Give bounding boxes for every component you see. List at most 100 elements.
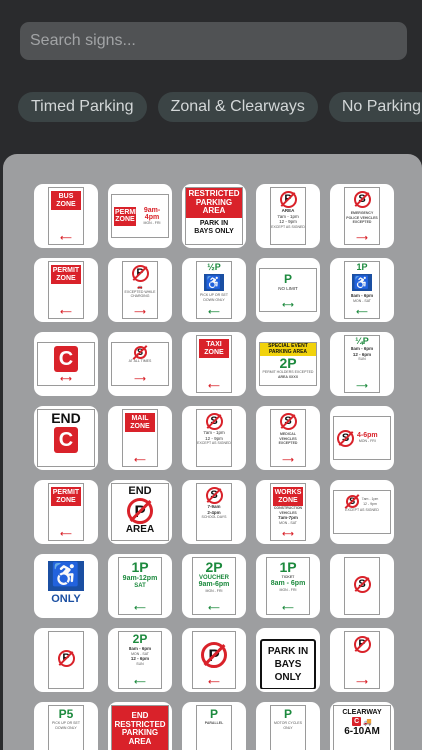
chip-no-parking[interactable]: No Parking (328, 92, 422, 122)
no-parking-icon: P (131, 265, 149, 282)
no-stopping-school-sign: S 7-9am 2-4pm SCHOOL DAYS (196, 483, 232, 541)
sign-tile[interactable]: PERMIT ZONE ⟵ (34, 258, 98, 322)
sign-tile[interactable]: P MOTOR CYCLES ONLY (256, 702, 320, 750)
sign-tile[interactable]: P PARALLEL (182, 702, 246, 750)
sign-tile[interactable]: TAXI ZONE ⟵ (182, 332, 246, 396)
arrow-left-icon: ⟵ (208, 307, 220, 316)
sign-tile[interactable]: SPECIAL EVENT PARKING AREA 2P PERMIT HOL… (256, 332, 320, 396)
sign-tile (404, 258, 422, 322)
sign-tile[interactable]: 2P 8am - 6pm MON - SAT 12 - 6pm SUN ⟵ (108, 628, 172, 692)
sign-tile[interactable]: P ⟶ (330, 628, 394, 692)
sign-tile[interactable]: S AT ALL TIMES ⟶ (108, 332, 172, 396)
sign-tile[interactable]: END RESTRICTED PARKING AREA (108, 702, 172, 750)
no-parking-icon: P (201, 642, 227, 668)
tow-truck-icon: 🚚 (363, 718, 372, 726)
no-stopping-icon: S (337, 429, 354, 447)
sign-tile[interactable]: END P AREA (108, 480, 172, 544)
sign-tile[interactable]: S 7am - 1pm 12 - 9pm EXCEPT AS SIGNED (182, 406, 246, 470)
sign-tile (404, 628, 422, 692)
sign-tile[interactable]: MAIL ZONE ⟵ (108, 406, 172, 470)
sign-tile[interactable]: P AREA 7am - 1pm 12 - 9pm EXCEPT AS SIGN… (256, 184, 320, 248)
arrow-both-icon: ⟷ (282, 300, 294, 309)
clearway-c-icon: C (352, 717, 362, 726)
sign-tile[interactable]: ♿ ONLY (34, 554, 98, 618)
no-stopping-icon: S (345, 495, 359, 508)
arrow-right-icon: ⟶ (134, 307, 146, 316)
sign-tile[interactable]: P (34, 628, 98, 692)
arrow-left-icon: ⟵ (282, 603, 294, 612)
sign-tile[interactable]: C ⟷ (34, 332, 98, 396)
no-parking-ev-sign: P 🚗 EXCEPTED WHILE CHARGING ⟶ (122, 261, 158, 319)
motorcycle-parking-sign: P MOTOR CYCLES ONLY (270, 705, 306, 750)
chip-zonal-clearways[interactable]: Zonal & Clearways (157, 92, 318, 122)
wheelchair-icon: ♿ (48, 561, 84, 591)
sign-tile[interactable]: S MEDICAL VEHICLES EXCEPTED ⟶ (256, 406, 320, 470)
sign-tile[interactable]: PERMIT ZONE ⟵ (34, 480, 98, 544)
sign-tile[interactable]: S 7-9am 2-4pm SCHOOL DAYS (182, 480, 246, 544)
search-input[interactable]: Search signs... (20, 22, 407, 60)
sign-tile[interactable]: ½P ♿ PICK UP OR SET DOWN ONLY ⟵ (182, 258, 246, 322)
sign-tile[interactable]: CLEARWAY C 🚚 6-10AM (330, 702, 394, 750)
arrow-left-icon: ⟵ (208, 381, 220, 390)
arrow-left-icon: ⟵ (60, 233, 72, 242)
wheelchair-icon: ♿ (352, 274, 372, 291)
arrow-left-icon: ⟵ (208, 677, 220, 686)
sign-tile[interactable]: 2P VOUCHER 9am-6pm MON - FRI ⟵ (182, 554, 246, 618)
sign-tile (404, 702, 422, 750)
sign-tile[interactable]: P ⟵ (182, 628, 246, 692)
sign-tile[interactable]: P NO LIMIT ⟷ (256, 258, 320, 322)
sign-tile[interactable]: WORKS ZONE CONSTRUCTION VEHICLES 7am-7pm… (256, 480, 320, 544)
signs-panel: BUS ZONE ⟵ PERMIT ZONE 9am-4pm MON - FRI … (3, 154, 422, 750)
arrow-left-icon: ⟵ (208, 603, 220, 612)
sign-tile[interactable]: S 7am - 1pm 12 - 9pm EXCEPT AS SIGNED (330, 480, 394, 544)
sign-tile[interactable]: 1P 9am-12pm SAT ⟵ (108, 554, 172, 618)
no-stopping-icon: S (205, 487, 223, 504)
no-parking-icon: P (57, 650, 75, 667)
parking-no-limit-sign: P NO LIMIT ⟷ (259, 268, 317, 312)
no-stopping-emergency-sign: S EMERGENCY POLICE VEHICLES EXCEPTED ⟶ (344, 187, 380, 245)
sign-tile[interactable]: RESTRICTED PARKING AREA PARK IN BAYS ONL… (182, 184, 246, 248)
two-hour-sign: 2P 8am - 6pm MON - SAT 12 - 6pm SUN ⟵ (118, 631, 162, 689)
sign-tile[interactable]: END C (34, 406, 98, 470)
no-stopping-sign: S (344, 557, 380, 615)
sign-tile[interactable]: P5 PICK UP OR SET DOWN ONLY (34, 702, 98, 750)
restricted-parking-area-sign: RESTRICTED PARKING AREA PARK IN BAYS ONL… (185, 187, 243, 245)
no-parking-sign: P ⟵ (192, 631, 236, 689)
sign-tile[interactable]: 1P ♿ 8am - 6pm MON - SAT ⟵ (330, 258, 394, 322)
sign-tile[interactable]: S (330, 554, 394, 618)
sign-tile (404, 332, 422, 396)
special-event-parking-sign: SPECIAL EVENT PARKING AREA 2P PERMIT HOL… (259, 342, 317, 386)
no-parking-icon: P (127, 498, 153, 524)
sign-tile[interactable]: 1P TICKET 8am - 6pm MON - FRI ⟵ (256, 554, 320, 618)
no-parking-icon: P (279, 191, 297, 208)
five-minute-pickup-sign: P5 PICK UP OR SET DOWN ONLY (48, 705, 84, 750)
two-hour-voucher-sign: 2P VOUCHER 9am-6pm MON - FRI ⟵ (192, 557, 236, 615)
parallel-parking-sign: P PARALLEL (196, 705, 232, 750)
no-parking-sign: P ⟶ (344, 631, 380, 689)
sign-tile[interactable]: PARK IN BAYS ONLY (256, 628, 320, 692)
no-stopping-icon: S (353, 576, 371, 593)
permit-zone-sign: PERMIT ZONE 9am-4pm MON - FRI (111, 194, 169, 238)
sign-tile[interactable]: PERMIT ZONE 9am-4pm MON - FRI (108, 184, 172, 248)
sign-tile[interactable]: S EMERGENCY POLICE VEHICLES EXCEPTED ⟶ (330, 184, 394, 248)
sign-tile (404, 554, 422, 618)
arrow-both-icon: ⟷ (282, 529, 294, 538)
arrow-left-icon: ⟵ (356, 307, 368, 316)
sign-tile (404, 406, 422, 470)
arrow-right-icon: ⟶ (356, 381, 368, 390)
category-chips: Timed Parking Zonal & Clearways No Parking (18, 92, 422, 122)
end-no-parking-area-sign: END P AREA (111, 483, 169, 541)
mail-zone-sign: MAIL ZONE ⟵ (122, 409, 158, 467)
sign-tile[interactable]: BUS ZONE ⟵ (34, 184, 98, 248)
no-stopping-icon: S (133, 346, 147, 359)
one-hour-disabled-sign: 1P ♿ 8am - 6pm MON - SAT ⟵ (344, 261, 380, 319)
permit-zone-sign: PERMIT ZONE ⟵ (48, 483, 84, 541)
sign-tile[interactable]: ¼P 8am - 6pm 12 - 6pm SUN ⟶ (330, 332, 394, 396)
sign-tile[interactable]: S 4-6pm MON - FRI (330, 406, 394, 470)
works-zone-sign: WORKS ZONE CONSTRUCTION VEHICLES 7am-7pm… (270, 483, 306, 541)
sign-tile[interactable]: P 🚗 EXCEPTED WHILE CHARGING ⟶ (108, 258, 172, 322)
no-stopping-icon: S (205, 413, 223, 430)
arrow-left-icon: ⟵ (134, 455, 146, 464)
one-hour-sat-sign: 1P 9am-12pm SAT ⟵ (118, 557, 162, 615)
chip-timed-parking[interactable]: Timed Parking (18, 92, 147, 122)
